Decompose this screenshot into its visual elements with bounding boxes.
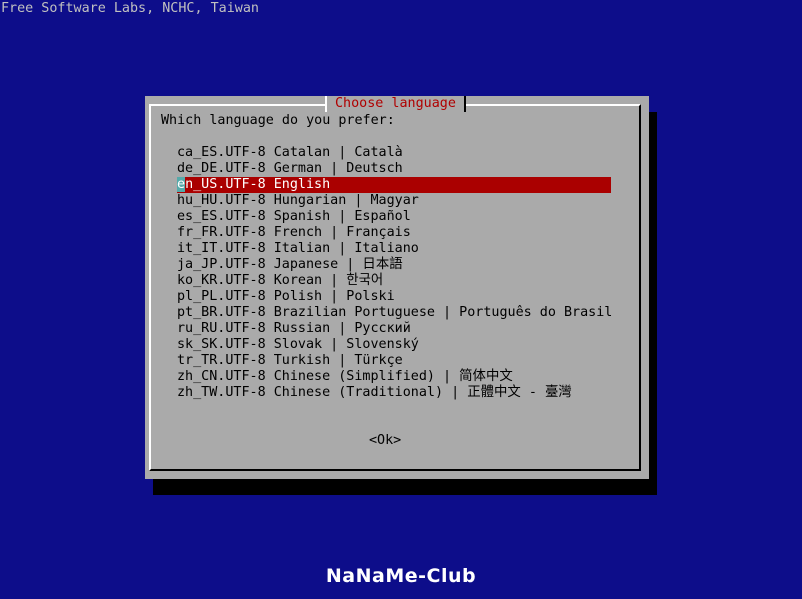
language-item-pt[interactable]: pt_BR.UTF-8 Brazilian Portuguese | Portu… <box>177 305 612 321</box>
footer-logo: NaNaMe-Club <box>325 565 477 587</box>
dialog-prompt: Which language do you prefer: <box>161 113 395 128</box>
language-item-it[interactable]: it_IT.UTF-8 Italian | Italiano <box>177 241 611 257</box>
dialog-title: Choose language <box>325 96 466 112</box>
language-item-hu[interactable]: hu_HU.UTF-8 Hungarian | Magyar <box>177 193 611 209</box>
language-item-fr[interactable]: fr_FR.UTF-8 French | Français <box>177 225 611 241</box>
selection-cursor: e <box>177 177 186 192</box>
language-item-tr[interactable]: tr_TR.UTF-8 Turkish | Türkçe <box>177 353 611 369</box>
language-item-es[interactable]: es_ES.UTF-8 Spanish | Español <box>177 209 611 225</box>
language-item-zh-tw[interactable]: zh_TW.UTF-8 Chinese (Traditional) | 正體中文… <box>177 385 611 401</box>
language-item-ru[interactable]: ru_RU.UTF-8 Russian | Русский <box>177 321 611 337</box>
language-list: ca_ES.UTF-8 Catalan | Català de_DE.UTF-8… <box>177 145 612 401</box>
language-item-de[interactable]: de_DE.UTF-8 German | Deutsch <box>177 161 611 177</box>
language-item-zh-cn[interactable]: zh_CN.UTF-8 Chinese (Simplified) | 简体中文 <box>177 369 611 385</box>
language-item-ja[interactable]: ja_JP.UTF-8 Japanese | 日本語 <box>177 257 611 273</box>
ok-button[interactable]: <Ok> <box>369 433 401 449</box>
language-dialog: Choose language Which language do you pr… <box>145 96 649 479</box>
language-item-ca[interactable]: ca_ES.UTF-8 Catalan | Català <box>177 145 611 161</box>
language-item-sk[interactable]: sk_SK.UTF-8 Slovak | Slovenský <box>177 337 611 353</box>
language-item-en[interactable]: en_US.UTF-8 English <box>177 177 611 193</box>
language-item-ko[interactable]: ko_KR.UTF-8 Korean | 한국어 <box>177 273 611 289</box>
language-item-en-rest: n_US.UTF-8 English <box>185 177 331 192</box>
language-item-pl[interactable]: pl_PL.UTF-8 Polish | Polski <box>177 289 611 305</box>
screen-title: Free Software Labs, NCHC, Taiwan <box>1 1 259 16</box>
